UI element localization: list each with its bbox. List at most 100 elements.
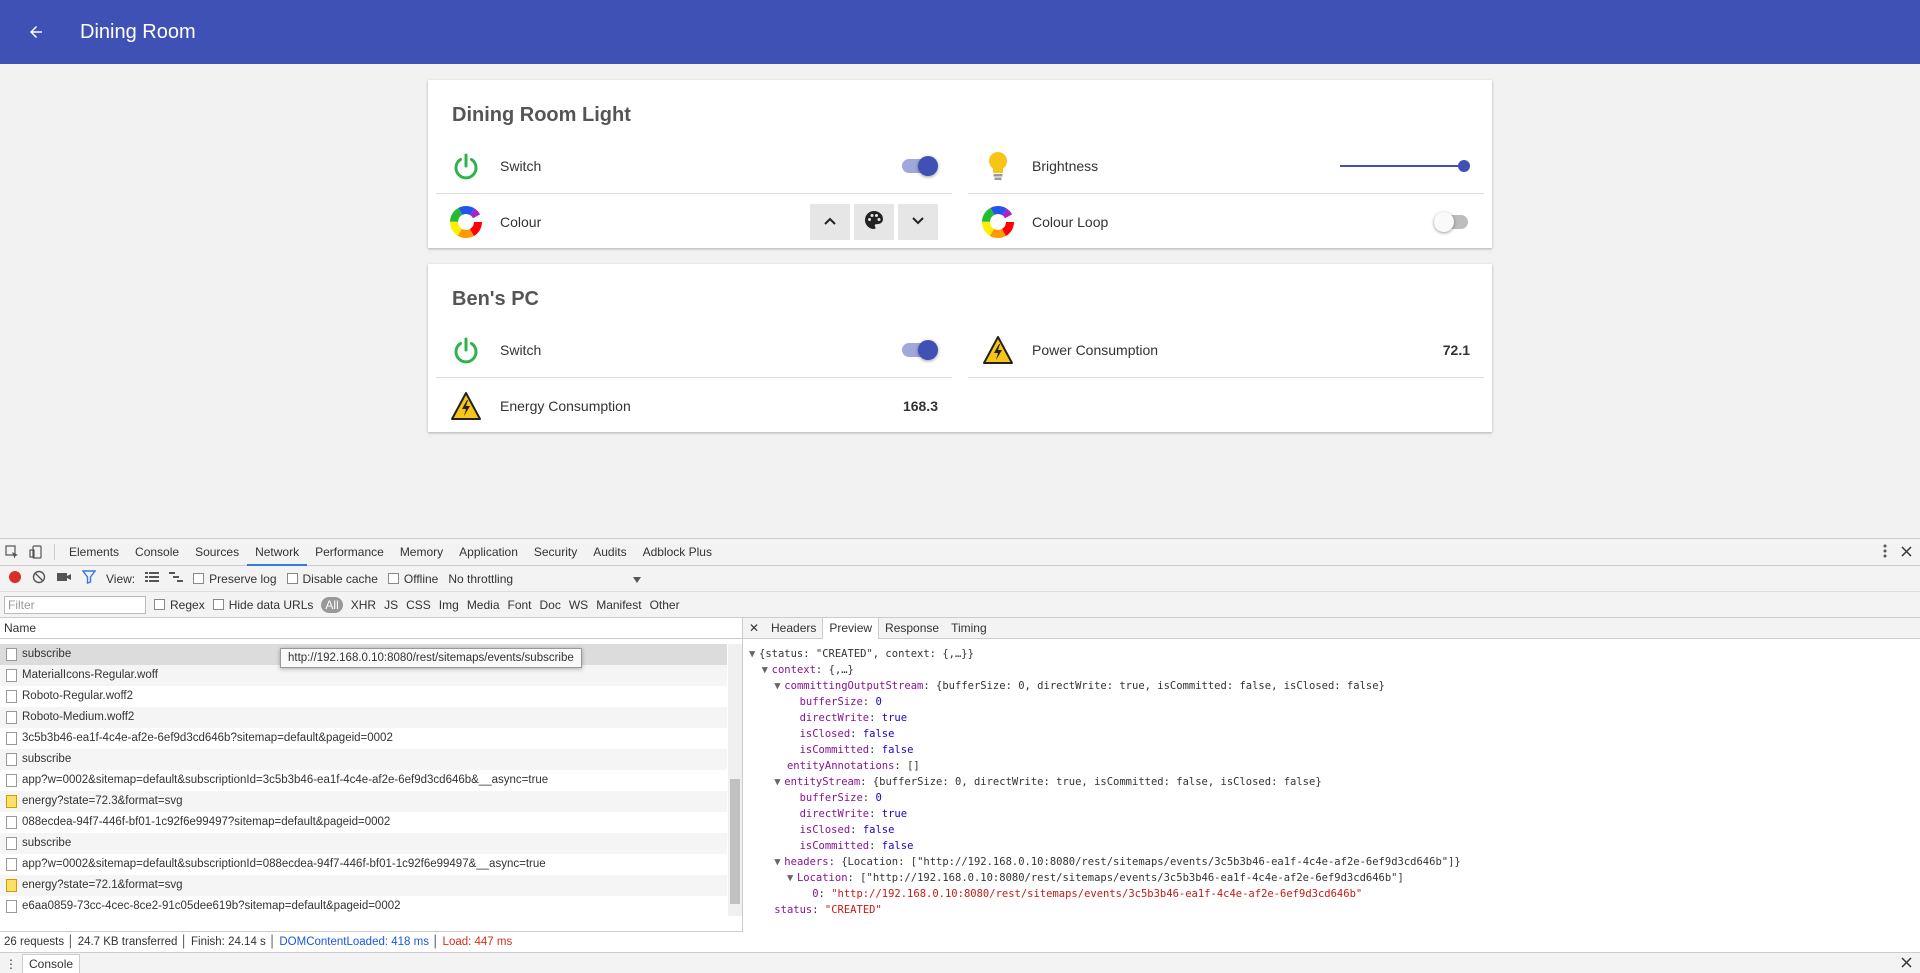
request-row[interactable]: 3c5b3b46-ea1f-4c4e-af2e-6ef9d3cd646b?sit… xyxy=(0,728,727,749)
tab-adblock-plus[interactable]: Adblock Plus xyxy=(635,539,720,566)
hide-data-urls-checkbox[interactable]: Hide data URLs xyxy=(212,598,313,612)
close-icon[interactable] xyxy=(1901,956,1912,971)
request-row[interactable]: energy?state=72.1&format=svg xyxy=(0,875,727,896)
preserve-log-checkbox[interactable]: Preserve log xyxy=(193,572,277,586)
request-name: energy?state=72.1&format=svg xyxy=(22,879,183,891)
tab-timing[interactable]: Timing xyxy=(945,618,993,639)
high-voltage-warning-icon xyxy=(980,332,1016,368)
close-icon[interactable] xyxy=(1901,545,1912,560)
json-line[interactable]: {status: "CREATED", context: {,…}} xyxy=(759,648,974,660)
tab-console[interactable]: Console xyxy=(127,539,187,566)
load-time: Load: 447 ms xyxy=(442,936,513,948)
filter-type-media[interactable]: Media xyxy=(467,598,500,612)
name-column-header[interactable]: Name xyxy=(0,618,742,639)
more-options-icon[interactable] xyxy=(1883,544,1887,561)
request-name: energy?state=72.3&format=svg xyxy=(22,795,183,807)
filter-type-font[interactable]: Font xyxy=(508,598,532,612)
request-row[interactable]: subscribe xyxy=(0,833,727,854)
tab-response[interactable]: Response xyxy=(879,618,945,639)
filter-type-css[interactable]: CSS xyxy=(406,598,431,612)
lightbulb-icon xyxy=(980,148,1016,184)
tab-memory[interactable]: Memory xyxy=(392,539,451,566)
url-tooltip: http://192.168.0.10:8080/rest/sitemaps/e… xyxy=(280,648,582,668)
request-row[interactable]: app?w=0002&sitemap=default&subscriptionI… xyxy=(0,854,727,875)
tab-audits[interactable]: Audits xyxy=(585,539,634,566)
power-consumption-label: Power Consumption xyxy=(1032,341,1159,358)
brightness-slider-knob[interactable] xyxy=(1458,159,1470,172)
filter-type-manifest[interactable]: Manifest xyxy=(596,598,641,612)
throttling-select[interactable]: No throttling xyxy=(448,572,513,586)
colour-down-button[interactable] xyxy=(898,204,938,240)
colour-loop-label: Colour Loop xyxy=(1032,214,1109,230)
colour-label: Colour xyxy=(500,214,542,230)
camera-icon[interactable] xyxy=(56,571,72,586)
tab-performance[interactable]: Performance xyxy=(307,539,392,566)
switch-toggle[interactable] xyxy=(902,339,938,360)
json-preview: ▼ {status: "CREATED", context: {,…}} ▼ con… xyxy=(749,648,1461,916)
back-arrow-icon[interactable] xyxy=(24,20,48,44)
file-icon xyxy=(6,690,17,703)
colour-up-button[interactable] xyxy=(810,204,850,240)
filter-type-all[interactable]: All xyxy=(321,596,343,613)
request-row[interactable]: app?w=0002&sitemap=default&subscriptionI… xyxy=(0,770,727,791)
preview-panel: ✕ Headers Preview Response Timing ▼ {stat… xyxy=(743,617,1920,952)
filter-input[interactable] xyxy=(4,595,146,614)
clear-icon[interactable] xyxy=(32,570,46,587)
request-name: Roboto-Medium.woff2 xyxy=(22,711,135,723)
tab-sources[interactable]: Sources xyxy=(187,539,247,566)
tab-console-drawer[interactable]: Console xyxy=(22,954,81,973)
colour-controls xyxy=(810,204,938,240)
colour-row: Colour xyxy=(436,194,952,250)
record-icon[interactable] xyxy=(8,570,22,587)
tab-network[interactable]: Network xyxy=(247,539,308,566)
filter-type-img[interactable]: Img xyxy=(439,598,459,612)
request-row[interactable]: Roboto-Medium.woff2 xyxy=(0,707,727,728)
chevron-down-icon[interactable] xyxy=(633,572,642,586)
view-label: View: xyxy=(106,571,136,586)
request-list: subscribe MaterialIcons-Regular.woff Robot… xyxy=(0,644,727,917)
disable-cache-checkbox[interactable]: Disable cache xyxy=(286,572,378,586)
regex-checkbox[interactable]: Regex xyxy=(154,598,205,612)
filter-type-doc[interactable]: Doc xyxy=(540,598,561,612)
close-icon[interactable]: ✕ xyxy=(743,621,765,635)
filter-icon[interactable] xyxy=(81,570,97,587)
request-row[interactable]: 088ecdea-94f7-446f-bf01-1c92f6e99497?sit… xyxy=(0,812,727,833)
filter-type-js[interactable]: JS xyxy=(384,598,398,612)
switch-toggle[interactable] xyxy=(902,155,938,176)
request-row[interactable]: Roboto-Regular.woff2 xyxy=(0,686,727,707)
more-options-icon[interactable]: ⋮ xyxy=(0,957,22,971)
devtools-panel: Elements Console Sources Network Perform… xyxy=(0,538,1920,973)
request-row[interactable]: e6aa0859-73cc-4cec-8ce2-91c05dee619b?sit… xyxy=(0,896,727,917)
request-name: 3c5b3b46-ea1f-4c4e-af2e-6ef9d3cd646b?sit… xyxy=(22,732,393,744)
filter-type-other[interactable]: Other xyxy=(650,598,680,612)
request-row[interactable]: energy?state=72.3&format=svg xyxy=(0,791,727,812)
tab-security[interactable]: Security xyxy=(526,539,585,566)
card-bens-pc: Ben's PC Switch Power Consumption 72.1 E… xyxy=(428,264,1492,432)
request-name: subscribe xyxy=(22,648,72,660)
tab-headers[interactable]: Headers xyxy=(765,618,822,639)
tab-elements[interactable]: Elements xyxy=(61,539,127,566)
offline-checkbox[interactable]: Offline xyxy=(387,572,438,586)
card-title: Dining Room Light xyxy=(452,104,631,126)
request-list-scrollbar[interactable] xyxy=(728,644,742,916)
palette-icon xyxy=(864,210,884,235)
switch-label: Switch xyxy=(500,341,542,358)
device-toolbar-icon[interactable] xyxy=(24,539,48,566)
tab-preview[interactable]: Preview xyxy=(822,617,880,639)
file-icon xyxy=(6,732,17,745)
file-icon xyxy=(6,753,17,766)
filter-type-ws[interactable]: WS xyxy=(569,598,588,612)
filter-type-xhr[interactable]: XHR xyxy=(351,598,376,612)
request-row[interactable]: subscribe xyxy=(0,749,727,770)
request-row[interactable]: MaterialIcons-Regular.woff xyxy=(0,665,727,686)
tab-application[interactable]: Application xyxy=(451,539,526,566)
colour-picker-button[interactable] xyxy=(854,204,894,240)
waterfall-icon[interactable] xyxy=(169,571,184,586)
file-icon xyxy=(6,900,17,913)
large-rows-icon[interactable] xyxy=(145,571,160,586)
file-icon xyxy=(6,711,17,724)
colour-loop-toggle[interactable] xyxy=(1434,212,1470,232)
app-bar: Dining Room xyxy=(0,0,1920,64)
inspect-element-icon[interactable] xyxy=(0,539,24,566)
brightness-slider[interactable] xyxy=(1340,158,1470,174)
